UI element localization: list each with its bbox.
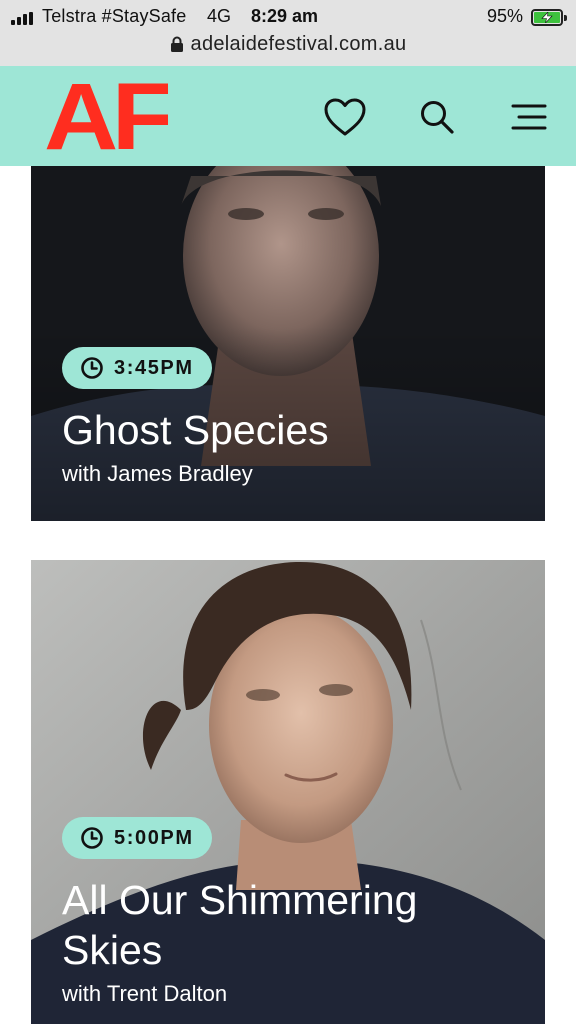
event-card[interactable]: 3:45PM Ghost Species with James Bradley [31,166,545,521]
event-time: 5:00PM [114,826,194,849]
event-title[interactable]: Ghost Species [62,405,522,455]
status-time: 8:29 am [251,6,319,26]
logo-text: AF [46,79,168,151]
adelaide-festival-logo[interactable]: AF [46,79,168,151]
status-bar: Telstra #StaySafe 4G 8:29 am 95% adelaid… [0,0,576,66]
battery-percent: 95% [487,6,524,26]
event-time-badge: 3:45PM [62,347,212,389]
charging-bolt-icon [541,12,553,23]
event-title[interactable]: All Our Shimmering Skies [62,875,522,975]
address-bar[interactable]: adelaidefestival.com.au [0,31,576,57]
search-button[interactable] [414,94,460,140]
network-type: 4G [207,6,232,26]
battery-icon [531,9,563,26]
site-header: AF [0,66,576,166]
url-text: adelaidefestival.com.au [190,32,407,55]
event-subtitle: with James Bradley [62,461,253,486]
clock-icon [81,357,103,379]
event-time-badge: 5:00PM [62,817,212,859]
lock-icon [170,36,183,52]
heart-icon [324,98,366,136]
signal-strength-icon [11,12,33,25]
event-subtitle: with Trent Dalton [62,981,228,1006]
menu-button[interactable] [506,94,552,140]
clock-icon [81,827,103,849]
carrier-label: Telstra #StaySafe [42,6,187,26]
search-icon [421,101,454,134]
event-time: 3:45PM [114,356,194,379]
event-card[interactable]: 5:00PM All Our Shimmering Skies with Tre… [31,560,545,1024]
battery-cap [564,15,567,21]
menu-icon [511,104,547,130]
favourites-button[interactable] [322,94,368,140]
